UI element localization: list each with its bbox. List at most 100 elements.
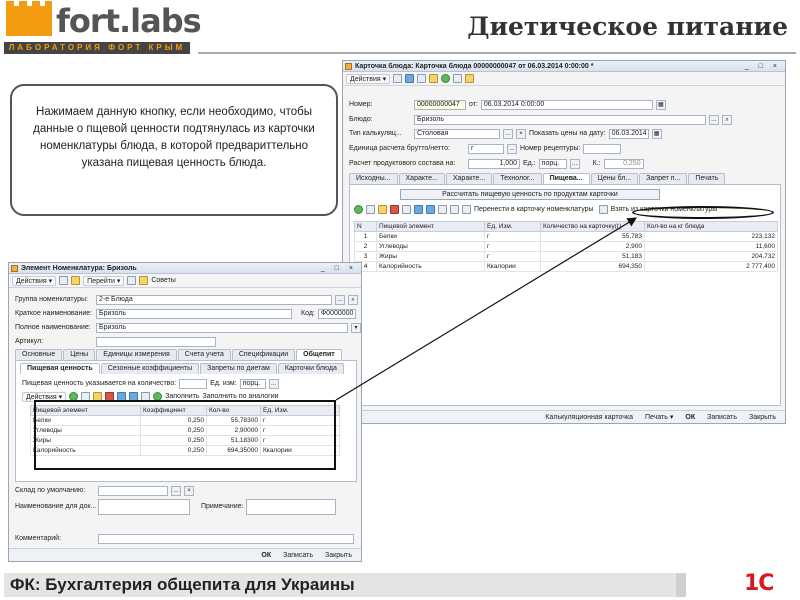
end-edit-icon[interactable] [402, 205, 411, 214]
fill-button[interactable]: Заполнить [165, 393, 199, 400]
select-button[interactable]: … [335, 294, 345, 305]
subtab-dish-cards[interactable]: Карточки блюда [277, 363, 344, 374]
short-name-field[interactable]: Бризоль [96, 308, 292, 319]
save-icon[interactable] [393, 74, 403, 83]
select-button[interactable]: … [268, 378, 279, 389]
note-field[interactable] [246, 498, 337, 515]
k-field[interactable]: 0,250 [603, 158, 644, 169]
column-header[interactable]: Ед. Изм. [484, 221, 541, 232]
select-button[interactable]: … [569, 158, 580, 169]
subtab-diet-restrictions[interactable]: Запреты по диетам [200, 363, 277, 374]
ok-button[interactable]: ОК [258, 551, 274, 560]
sort-desc-icon[interactable] [450, 205, 459, 214]
column-header[interactable]: N [354, 221, 377, 232]
go-icon[interactable] [441, 74, 451, 83]
tab-accounts[interactable]: Счета учета [177, 349, 231, 360]
tab-characteristics-2[interactable]: Характе... [445, 173, 493, 184]
refresh-icon[interactable] [417, 74, 427, 83]
go-menu-button[interactable]: Перейти ▾ [83, 275, 125, 286]
add-icon[interactable] [354, 205, 363, 214]
tab-main[interactable]: Основные [15, 349, 63, 360]
date-field[interactable]: 06.03.2014 0:00:00 [480, 99, 653, 110]
save-button[interactable]: Записать [280, 551, 316, 560]
code-field[interactable]: Ф0000000 [317, 308, 356, 319]
tab-units[interactable]: Единицы измерения [96, 349, 177, 360]
column-header[interactable]: Кол-во на кг блюда [644, 221, 778, 232]
save-button[interactable]: Записать [704, 413, 740, 422]
ed-field[interactable]: порц. [538, 158, 567, 169]
clear-icon[interactable]: × [184, 485, 194, 496]
close-button[interactable]: Закрыть [746, 413, 779, 422]
tab-print[interactable]: Печать [688, 173, 726, 184]
number-field[interactable]: 00000000047 [414, 99, 466, 110]
copy-row-icon[interactable] [366, 205, 375, 214]
subtab-seasonal[interactable]: Сезонные коэффициенты [100, 363, 200, 374]
calc-nutrition-button[interactable]: Рассчитать пищевую ценность по продуктам… [400, 189, 660, 200]
copy-icon[interactable] [71, 276, 81, 285]
select-button[interactable]: … [709, 114, 719, 125]
tab-specifications[interactable]: Спецификации [231, 349, 296, 360]
dish-field[interactable]: Бризоль [414, 114, 706, 125]
tab-prices[interactable]: Цены [63, 349, 96, 360]
fill-by-analogy-button[interactable]: Заполнить по аналогии [203, 393, 279, 400]
edit-icon[interactable] [378, 205, 387, 214]
calc-type-field[interactable]: Столовая [414, 128, 500, 139]
select-button[interactable]: … [507, 143, 517, 154]
tab-dish-prices[interactable]: Цены бл... [590, 173, 639, 184]
post-icon[interactable] [405, 74, 415, 83]
tips-button[interactable]: Советы [151, 277, 176, 284]
search-icon[interactable]: ⌕ [722, 114, 732, 125]
move-up-icon[interactable] [414, 205, 423, 214]
table-row[interactable]: 4 Калорийность Ккалории 694,350 2 777,40… [354, 261, 778, 272]
recipe-field[interactable] [583, 143, 622, 154]
actions-menu-button[interactable]: Действия ▾ [346, 73, 391, 84]
print-button[interactable]: Печать ▾ [642, 413, 676, 422]
tab-source[interactable]: Исходны... [349, 173, 398, 184]
select-button[interactable]: … [503, 128, 513, 139]
nomenclature-titlebar[interactable]: Элемент Номенклатура: Бризоль _ □ × [9, 263, 361, 274]
dish-card-titlebar[interactable]: Карточка блюда: Карточка блюда 000000000… [343, 61, 785, 72]
clear-icon[interactable]: × [516, 128, 526, 139]
move-down-icon[interactable] [426, 205, 435, 214]
actions-menu-button[interactable]: Действия ▾ [12, 275, 57, 286]
doc-name-field[interactable] [98, 498, 190, 515]
structure-icon[interactable] [453, 74, 463, 83]
column-header[interactable]: Пищевой элемент [376, 221, 485, 232]
product-calc-field[interactable]: 1,000 [468, 158, 520, 169]
table-row[interactable]: 2 Углеводы г 2,900 11,600 [354, 241, 778, 252]
save-icon[interactable] [59, 276, 69, 285]
qty-unit-field[interactable]: порц. [239, 378, 266, 389]
warehouse-field[interactable] [98, 485, 168, 496]
subtab-nutrition[interactable]: Пищевая ценность [20, 363, 100, 374]
window-controls[interactable]: _ □ × [321, 263, 357, 274]
calendar-icon[interactable]: ▦ [651, 128, 662, 139]
calendar-icon[interactable]: ▦ [655, 99, 666, 110]
delete-icon[interactable] [390, 205, 399, 214]
tab-nutrition[interactable]: Пищева... [542, 173, 590, 184]
table-row[interactable]: 1 Белки г 55,783 223,132 [354, 231, 778, 242]
window-controls[interactable]: _ □ × [745, 61, 781, 72]
copy-icon[interactable] [429, 74, 439, 83]
show-prices-field[interactable]: 06.03.2014 [608, 128, 649, 139]
select-button[interactable]: … [171, 485, 181, 496]
sort-asc-icon[interactable] [438, 205, 447, 214]
calc-card-button[interactable]: Калькуляционная карточка [542, 413, 636, 422]
tab-restrictions[interactable]: Запрет п... [639, 173, 688, 184]
comment-field[interactable] [98, 533, 354, 544]
help-icon[interactable] [465, 74, 475, 83]
unit-field[interactable]: г [468, 143, 504, 154]
article-field[interactable] [96, 336, 216, 347]
ok-button[interactable]: ОК [682, 413, 698, 422]
tab-technology[interactable]: Технолог... [493, 173, 542, 184]
column-header[interactable]: Количество на карточку(г) [540, 221, 645, 232]
full-name-field[interactable]: Бризоль [96, 322, 348, 333]
tab-characteristics-1[interactable]: Характе... [398, 173, 445, 184]
search-icon[interactable]: ⌕ [348, 294, 358, 305]
qty-field[interactable] [179, 378, 208, 389]
tab-catering[interactable]: Общепит [296, 349, 342, 360]
chevron-down-icon[interactable]: ▾ [351, 322, 361, 333]
transfer-to-nomenclature-button[interactable]: Перенести в карточку номенклатуры [474, 206, 594, 213]
structure-icon[interactable] [127, 276, 137, 285]
table-row[interactable]: 3 Жиры г 51,183 204,732 [354, 251, 778, 262]
close-button[interactable]: Закрыть [322, 551, 355, 560]
